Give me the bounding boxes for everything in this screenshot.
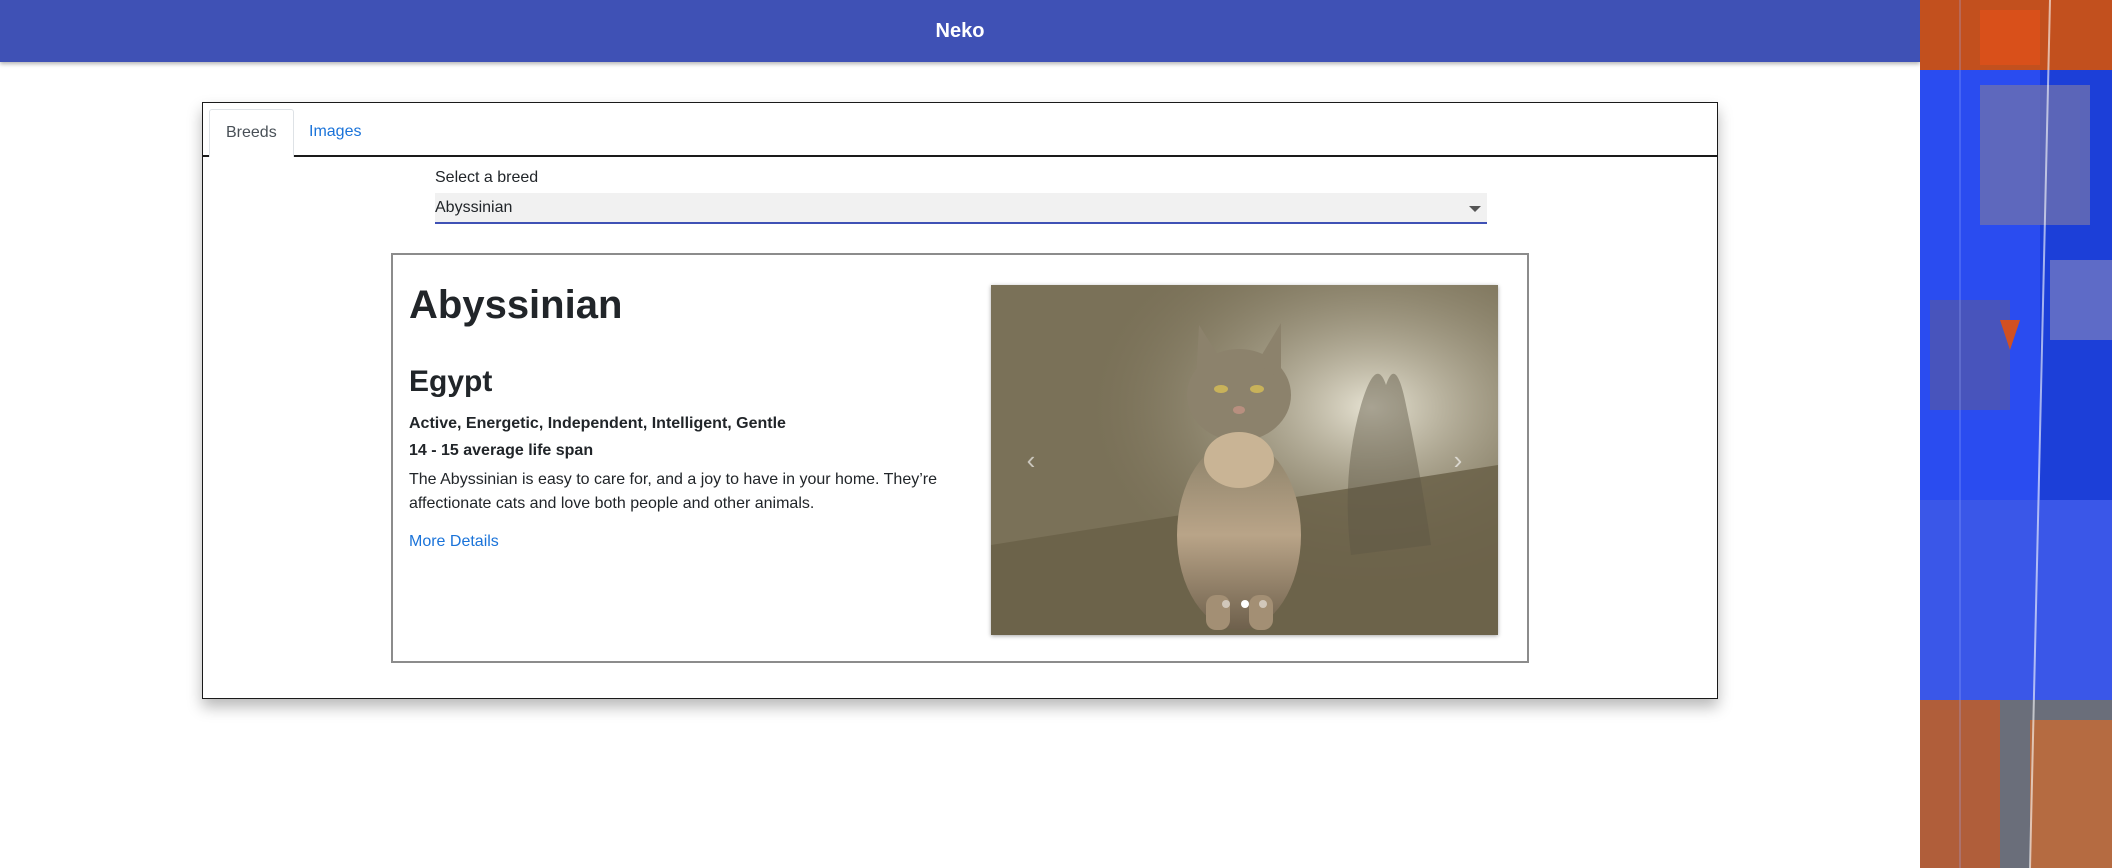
breed-description: The Abyssinian is easy to care for, and … (409, 471, 937, 512)
breed-life-span: 14 - 15 average life span (409, 442, 594, 459)
tab-images[interactable]: Images (293, 109, 377, 157)
carousel-indicator[interactable] (1222, 600, 1231, 608)
tab-breeds[interactable]: Breeds (209, 109, 294, 157)
app-title: Neko (935, 19, 985, 42)
app-bar: Neko (0, 0, 1920, 62)
app-window: Neko Breeds Images Select a breed Abyssi… (0, 0, 1920, 868)
tab-bar: Breeds Images (203, 103, 1717, 157)
breed-temperament: Active, Energetic, Independent, Intellig… (409, 415, 786, 432)
more-details-link[interactable]: More Details (409, 533, 499, 551)
breed-origin: Egypt (409, 365, 493, 398)
breed-name: Abyssinian (409, 283, 623, 327)
breed-card: Abyssinian Egypt Active, Energetic, Inde… (391, 253, 1529, 663)
carousel-indicators (991, 595, 1498, 613)
chevron-right-icon[interactable]: › (1438, 440, 1478, 480)
breed-select-label: Select a breed (435, 169, 539, 186)
breed-select-value: Abyssinian (435, 199, 513, 216)
breed-select[interactable]: Abyssinian (435, 193, 1487, 224)
carousel-indicator[interactable] (1258, 600, 1267, 608)
abstract-wallpaper (1920, 0, 2112, 868)
chevron-left-icon[interactable]: ‹ (1011, 440, 1051, 480)
caret-down-icon (1469, 206, 1481, 212)
main-card: Breeds Images Select a breed Abyssinian … (202, 102, 1718, 699)
carousel-indicator-active[interactable] (1240, 600, 1249, 608)
cat-photo (991, 285, 1498, 635)
desktop-background-strip (1920, 0, 2112, 868)
image-carousel: ‹ › (991, 285, 1498, 635)
